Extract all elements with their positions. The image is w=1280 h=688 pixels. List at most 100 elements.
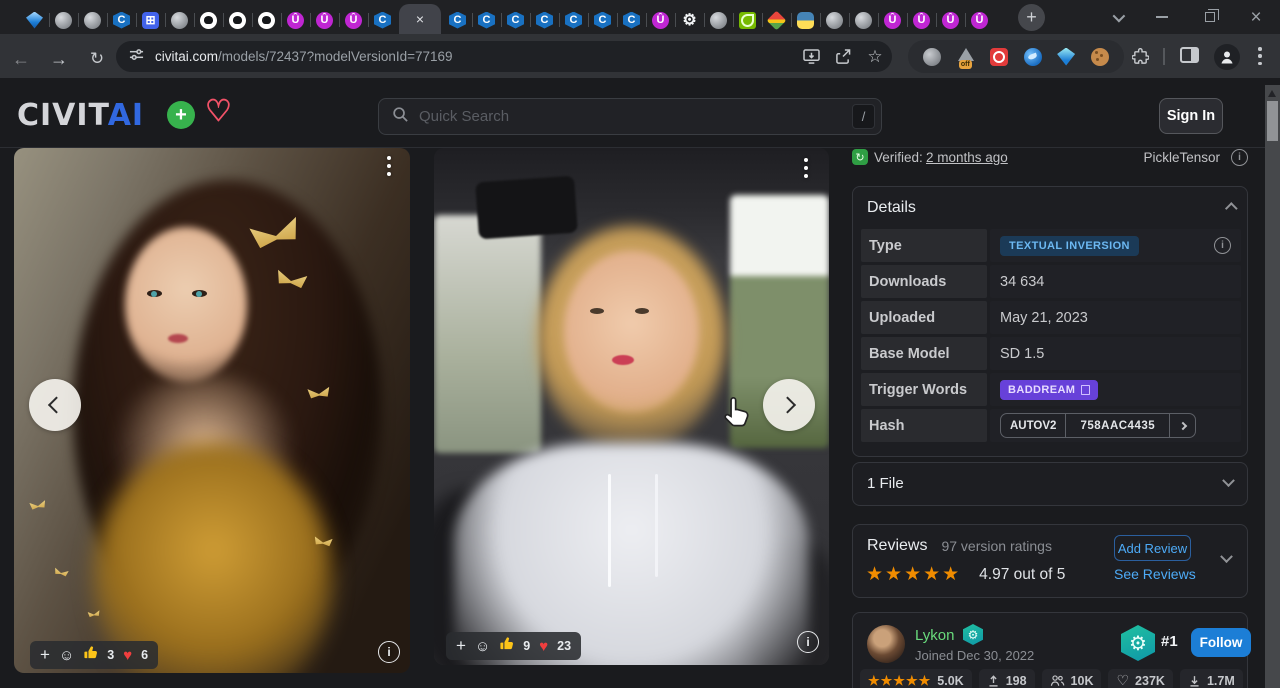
extension-cookie-icon[interactable] [1091,48,1109,66]
image-info-icon[interactable]: i [797,631,819,653]
github-favicon-tab[interactable] [252,6,281,34]
civitai-favicon-tab[interactable] [588,6,617,34]
add-review-button[interactable]: Add Review [1114,535,1191,561]
image-options-menu-icon[interactable] [382,156,396,176]
letter-u-favicon-tab[interactable] [907,6,936,34]
details-header[interactable]: Details [853,187,1247,225]
format-info-icon[interactable]: i [1231,149,1248,166]
globe-favicon-tab[interactable] [165,6,194,34]
hash-expand-chevron-icon[interactable] [1169,414,1195,437]
search-input[interactable] [419,108,852,125]
nvidia-favicon-tab[interactable] [733,6,762,34]
emoji-reaction-icon[interactable] [59,647,74,664]
civitai-logo[interactable]: CIVITAI [17,98,144,133]
civitai-favicon-tab[interactable] [617,6,646,34]
heart-reaction-icon[interactable] [123,647,132,664]
gear-favicon-tab[interactable] [675,6,704,34]
git-diamond-favicon-tab[interactable] [762,6,791,34]
app-grid-favicon-tab[interactable] [136,6,165,34]
trigger-word-badge[interactable]: BADDREAM [1000,380,1098,400]
image-options-menu-icon[interactable] [799,158,813,178]
scrollbar-thumb[interactable] [1267,101,1278,141]
letter-u-favicon-tab[interactable] [646,6,675,34]
globe-favicon-tab[interactable] [704,6,733,34]
reload-button[interactable]: ↻ [82,44,112,74]
emoji-reaction-icon[interactable] [475,638,490,655]
thumbs-up-icon[interactable] [83,645,98,665]
carousel-next-button[interactable] [763,379,815,431]
create-button[interactable]: + [167,101,195,129]
extension-red-o-icon[interactable] [990,48,1008,66]
follow-button[interactable]: Follow [1191,628,1251,657]
extension-mountain-off-icon[interactable]: off [957,48,975,66]
civitai-favicon-tab[interactable] [107,6,136,34]
image-info-icon[interactable]: i [378,641,400,663]
restore-button[interactable] [1188,0,1232,34]
files-title: 1 File [867,475,904,492]
extension-gem-icon[interactable] [1057,48,1075,66]
site-info-icon[interactable] [129,47,144,67]
type-info-icon[interactable]: i [1214,237,1231,254]
reaction-bar-center[interactable]: + 9 23 [446,632,581,660]
civitai-favicon-tab[interactable] [472,6,501,34]
letter-u-favicon-tab[interactable] [936,6,965,34]
minimize-button[interactable] [1140,0,1184,34]
creator-avatar[interactable] [867,625,905,663]
python-favicon-tab[interactable] [791,6,820,34]
reaction-bar-left[interactable]: + 3 6 [30,641,158,669]
install-app-icon[interactable] [802,48,820,66]
civitai-favicon-tab[interactable] [559,6,588,34]
profile-avatar-icon[interactable] [1214,44,1240,70]
globe-favicon-tab[interactable] [820,6,849,34]
civitai-favicon-tab[interactable] [530,6,559,34]
scrollbar-up-arrow[interactable] [1268,90,1276,97]
civitai-favicon-tab[interactable] [443,6,472,34]
hash-pill[interactable]: AUTOV2 758AAC4435 [1000,413,1196,438]
browser-menu-icon[interactable] [1258,47,1262,65]
letter-u-favicon-tab[interactable] [878,6,907,34]
letter-u-favicon-tab[interactable] [310,6,339,34]
gem-blue-favicon-tab[interactable] [20,6,49,34]
globe-favicon-tab[interactable] [49,6,78,34]
extensions-puzzle-icon[interactable] [1132,48,1149,70]
copy-icon[interactable] [1081,385,1090,395]
active-tab-close-icon[interactable]: × [399,4,441,34]
globe-favicon-tab[interactable] [78,6,107,34]
expand-chevron-down-icon[interactable] [1222,474,1235,487]
share-icon[interactable] [834,48,852,66]
side-panel-icon[interactable] [1180,47,1199,63]
address-bar[interactable]: civitai.com/models/72437?modelVersionId=… [116,41,892,72]
heart-reaction-icon[interactable] [539,638,548,655]
verified-time-link[interactable]: 2 months ago [926,150,1008,165]
letter-u-favicon-tab[interactable] [965,6,994,34]
thumbs-up-icon[interactable] [499,636,514,656]
carousel-prev-button[interactable] [29,379,81,431]
globe-favicon-tab[interactable] [849,6,878,34]
forward-button[interactable]: → [44,44,74,74]
collapse-chevron-up-icon[interactable] [1225,202,1238,215]
sign-in-button[interactable]: Sign In [1159,98,1223,134]
see-reviews-link[interactable]: See Reviews [1114,566,1196,582]
civitai-favicon-tab[interactable] [501,6,530,34]
quick-search[interactable]: / [378,98,882,135]
letter-u-favicon-tab[interactable] [281,6,310,34]
reviews-chevron-down-icon[interactable] [1220,550,1233,563]
civitai-favicon-tab[interactable] [368,6,397,34]
back-button[interactable]: ← [6,44,36,74]
favorites-heart-icon[interactable]: ♡ [205,94,232,129]
tab-search-chevron-icon[interactable] [1095,0,1139,34]
add-reaction-icon[interactable]: + [456,636,466,656]
close-window-button[interactable]: × [1234,0,1278,34]
files-panel[interactable]: 1 File [852,462,1248,506]
github-favicon-tab[interactable] [223,6,252,34]
creator-rank-hex-icon[interactable] [1121,625,1155,661]
add-reaction-icon[interactable]: + [40,645,50,665]
new-tab-button[interactable]: + [1018,4,1045,31]
letter-u-favicon-tab[interactable] [339,6,368,34]
extension-globe-blue-icon[interactable] [1024,48,1042,66]
page-scrollbar[interactable] [1265,85,1280,688]
bookmark-star-icon[interactable]: ☆ [866,48,884,66]
creator-name-link[interactable]: Lykon [915,627,954,644]
github-favicon-tab[interactable] [194,6,223,34]
extension-globe-gray-icon[interactable] [923,48,941,66]
